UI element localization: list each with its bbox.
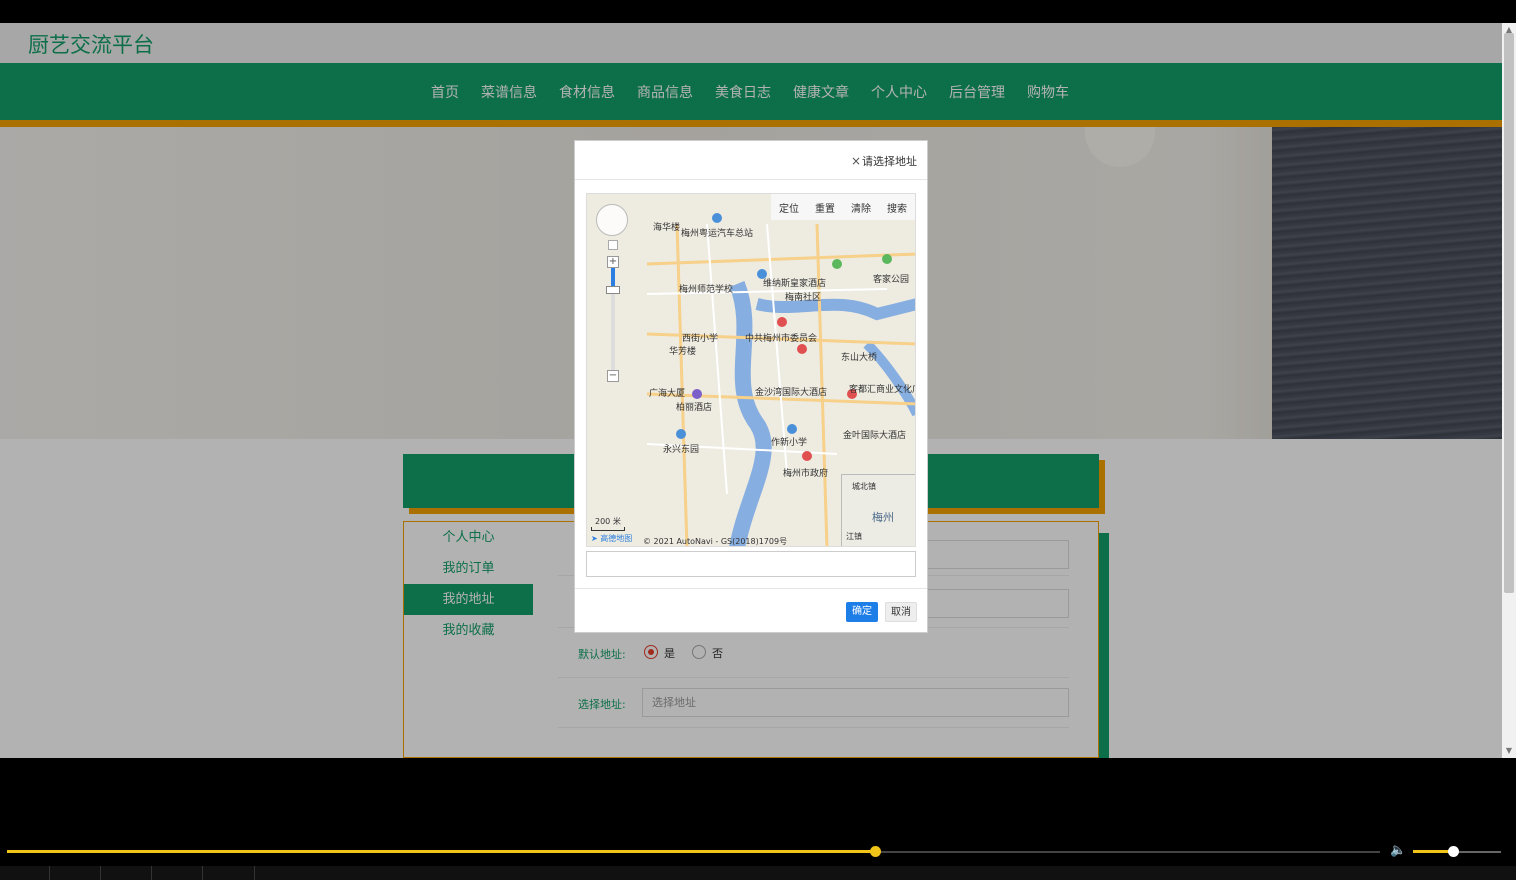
overview-label: 梅州 [872,511,894,524]
taskbar-cell[interactable] [203,866,255,880]
scrollbar-thumb[interactable] [1504,33,1514,593]
map-copyright: © 2021 AutoNavi - GS(2018)1709号 [643,537,788,546]
taskbar-cell[interactable] [101,866,152,880]
map-label: 东山大桥 [841,353,878,363]
map-label: 海华楼 [653,223,681,233]
modal-header-divider [575,179,927,180]
map-label: 作新小学 [771,438,808,448]
map-label: 客家公园 [873,275,910,285]
map-scale-bar [591,527,625,531]
volume-icon[interactable]: 🔈 [1390,843,1406,858]
bottom-taskbar [0,866,1516,880]
map-label: 华芳楼 [669,347,697,357]
modal-footer-divider [575,588,927,589]
taskbar-cell[interactable] [0,866,50,880]
zoom-out-button[interactable]: − [607,370,619,382]
map-label: 柏丽酒店 [676,403,713,413]
map-tool-button[interactable]: 搜索 [887,200,907,215]
page-scrollbar[interactable]: ▲ ▼ [1502,23,1516,758]
map-logo: ➤ 高德地图 [591,534,633,543]
modal-title: 请选择地址 [862,155,917,168]
map-overview[interactable]: 梅州 城北镇 江镇 [841,474,915,546]
map-label: 永兴东园 [663,445,700,455]
selected-address-input[interactable] [586,551,916,577]
map-label: 梅南社区 [785,293,822,303]
map-label: 梅州市政府 [783,469,829,479]
zoom-in-button[interactable]: + [607,256,619,268]
map-label: 金沙湾国际大酒店 [755,388,828,398]
progress-fill [7,850,875,853]
address-picker-modal: ×请选择地址 定位 重置 清除 搜索 + − 梅州粤运汽车总站 梅州师范学校 维… [574,140,928,633]
scroll-down-icon[interactable]: ▼ [1502,744,1516,758]
progress-knob[interactable] [870,846,881,857]
map-label: 维纳斯皇家酒店 [763,279,827,289]
map-toolbar: 定位 重置 清除 搜索 [771,194,915,220]
map-label: 金叶国际大酒店 [843,431,907,441]
overview-label: 江镇 [846,532,862,541]
map-label: 梅州师范学校 [679,285,734,295]
map-canvas[interactable]: 定位 重置 清除 搜索 + − 梅州粤运汽车总站 梅州师范学校 维纳斯皇家酒店 梅南社… [586,193,916,547]
modal-header: ×请选择地址 [851,153,917,169]
map-logo-text: 高德地图 [600,534,633,543]
browser-viewport: 厨艺交流平台 首页 菜谱信息 食材信息 商品信息 美食日志 健康文章 个人中心 后台管理 购物车… [0,23,1502,758]
map-label: 西街小学 [682,334,719,344]
map-pan-control[interactable] [596,204,628,236]
map-tool-button[interactable]: 清除 [851,200,871,215]
map-label: 中共梅州市委员会 [745,334,818,344]
map-label: 客都汇商业文化广场 [849,385,915,395]
map-label: 广海大厦 [649,389,686,399]
volume-fill [1413,850,1453,853]
confirm-button[interactable]: 确定 [846,602,878,622]
zoom-handle[interactable] [606,286,620,294]
screen: 厨艺交流平台 首页 菜谱信息 食材信息 商品信息 美食日志 健康文章 个人中心 后台管理 购物车… [0,0,1516,880]
close-icon[interactable]: × [851,154,861,168]
overview-label: 城北镇 [852,482,876,491]
cancel-button[interactable]: 取消 [885,602,917,622]
taskbar-cell[interactable] [152,866,203,880]
map-locate-dot[interactable] [608,240,618,250]
map-scale-label: 200 米 [595,517,621,526]
map-tool-button[interactable]: 定位 [779,200,799,215]
taskbar-cell[interactable] [50,866,101,880]
map-tool-button[interactable]: 重置 [815,200,835,215]
map-label: 梅州粤运汽车总站 [681,229,754,239]
volume-knob[interactable] [1448,846,1459,857]
